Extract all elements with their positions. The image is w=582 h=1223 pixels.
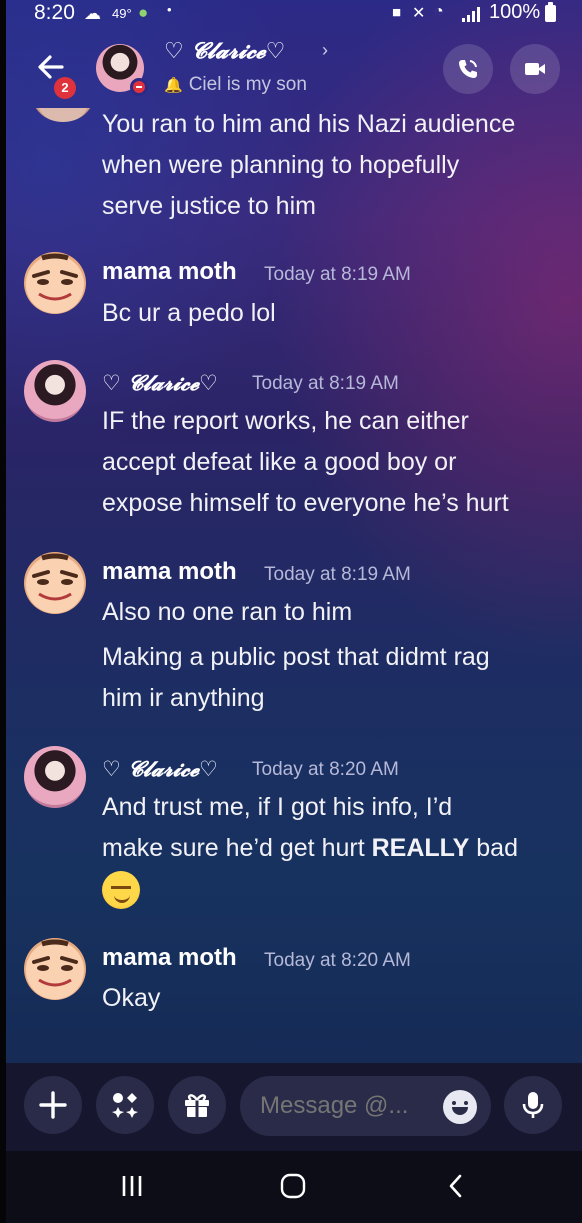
smirk-emoji-icon (102, 871, 140, 910)
microphone-icon (522, 1092, 544, 1118)
avatar[interactable] (24, 746, 86, 808)
weather-icon: ☁ (84, 4, 101, 23)
message-timestamp: Today at 8:19 AM (264, 264, 411, 285)
contact-status: 🔔 Ciel is my son (164, 74, 307, 96)
battery-percent: 100% (489, 1, 541, 23)
message-author[interactable]: mama moth (102, 944, 237, 972)
message-line: make sure he’d get hurt REALLY bad (102, 828, 572, 869)
message-text: IF the report works, he can either accep… (102, 401, 572, 524)
unread-badge: 2 (54, 77, 76, 99)
home-icon[interactable] (280, 1173, 306, 1199)
status-temperature: 49° (112, 6, 132, 21)
apps-icon (112, 1093, 138, 1118)
message-author[interactable]: mama moth (102, 258, 237, 286)
status-bar: 8:20 ☁ 49° ● • ■ ✕ ◔ 100% (6, 0, 582, 28)
moth-face-icon (32, 939, 78, 987)
video-camera-icon (525, 63, 545, 75)
system-nav-bar (6, 1151, 582, 1223)
avatar[interactable] (24, 552, 86, 614)
contact-name[interactable]: ♡ 𝓒𝓵𝓪𝓻𝓲𝓬𝓮♡ (164, 38, 285, 64)
message-timestamp: Today at 8:20 AM (264, 950, 411, 971)
message-composer (6, 1063, 582, 1151)
status-time: 8:20 (34, 1, 75, 24)
message-author[interactable]: mama moth (102, 558, 237, 586)
message-text: And trust me, if I got his info, I’d mak… (102, 787, 572, 910)
app-notification-icon: ● (138, 3, 149, 22)
message-timestamp: Today at 8:20 AM (252, 759, 399, 780)
avatar (32, 108, 94, 122)
message-line: IF the report works, he can either (102, 407, 469, 435)
signal-icon (462, 7, 480, 22)
message-timestamp: Today at 8:19 AM (252, 373, 399, 394)
wifi-icon: ◔ (434, 3, 444, 20)
recent-apps-icon[interactable] (120, 1173, 144, 1199)
message-text: Making a public post that didmt rag him … (102, 637, 572, 719)
lock-icon: ■ (392, 4, 402, 21)
message-line: You ran to him and his Nazi audience (102, 110, 516, 138)
message-line (102, 869, 572, 910)
add-attachment-button[interactable] (24, 1076, 82, 1134)
avatar[interactable] (24, 938, 86, 1000)
voice-call-button[interactable] (443, 44, 493, 94)
chevron-right-icon[interactable]: › (322, 40, 328, 61)
notification-dot-icon: • (167, 2, 172, 17)
message-timestamp: Today at 8:19 AM (264, 564, 411, 585)
avatar[interactable] (24, 252, 86, 314)
message-author[interactable]: ♡ 𝓒𝓵𝓪𝓻𝓲𝓬𝓮♡ (102, 370, 218, 396)
do-not-disturb-icon (130, 78, 148, 96)
message-author[interactable]: ♡ 𝓒𝓵𝓪𝓻𝓲𝓬𝓮♡ (102, 756, 218, 782)
message-bold-text: REALLY (371, 834, 470, 862)
message-line: serve justice to him (102, 192, 316, 220)
message-line: Also no one ran to him (102, 598, 353, 626)
message-text: Okay (102, 978, 572, 1019)
video-call-button[interactable] (510, 44, 560, 94)
message-fragment: make sure he’d get hurt (102, 834, 372, 862)
battery-icon (545, 2, 556, 22)
status-emoji-icon: 🔔 (164, 77, 183, 94)
chat-header: 2 ♡ 𝓒𝓵𝓪𝓻𝓲𝓬𝓮♡ › 🔔 Ciel is my son (6, 32, 582, 108)
message-line: And trust me, if I got his info, I’d (102, 793, 453, 821)
moth-face-icon (32, 253, 78, 301)
gift-button[interactable] (168, 1076, 226, 1134)
message-line: expose himself to everyone he’s hurt (102, 489, 509, 517)
gift-icon (185, 1094, 209, 1117)
message-text: You ran to him and his Nazi audience whe… (102, 108, 572, 227)
chat-screen: 8:20 ☁ 49° ● • ■ ✕ ◔ 100% 2 ♡ 𝓒𝓵𝓪𝓻𝓲𝓬𝓮♡ ›… (6, 0, 582, 1223)
phone-call-icon (459, 60, 477, 78)
contact-status-text: Ciel is my son (188, 74, 307, 95)
mute-icon: ✕ (412, 5, 426, 22)
message-line: accept defeat like a good boy or (102, 448, 457, 476)
message-line: Okay (102, 984, 161, 1012)
message-line: Bc ur a pedo lol (102, 299, 276, 327)
avatar[interactable] (24, 360, 86, 422)
apps-button[interactable] (96, 1076, 154, 1134)
back-icon[interactable] (446, 1173, 466, 1199)
message-text: Also no one ran to him (102, 592, 572, 633)
message-line: him ir anything (102, 684, 265, 712)
message-line: when were planning to hopefully (102, 151, 460, 179)
message-text: Bc ur a pedo lol (102, 293, 572, 334)
message-fragment: bad (469, 834, 518, 862)
moth-face-icon (32, 553, 78, 601)
message-list[interactable]: You ran to him and his Nazi audience whe… (6, 108, 582, 1063)
voice-message-button[interactable] (504, 1076, 562, 1134)
message-line: Making a public post that didmt rag (102, 643, 490, 671)
emoji-picker-icon[interactable] (443, 1090, 477, 1124)
plus-icon (39, 1091, 67, 1119)
